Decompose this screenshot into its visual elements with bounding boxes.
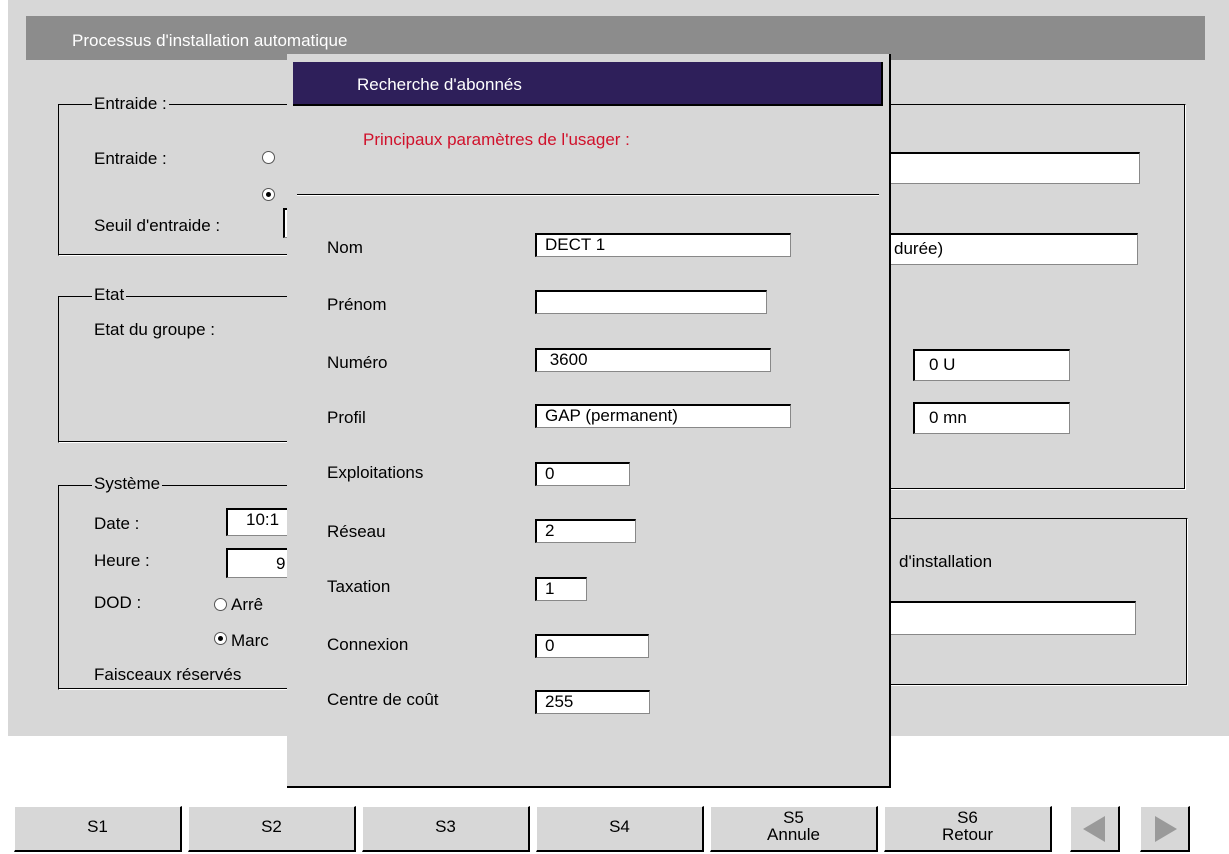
centre-cout-label: Centre de coût [327,690,439,709]
reseau-label: Réseau [327,522,386,541]
prenom-field[interactable] [535,290,767,314]
units-field[interactable]: 0 U [913,349,1070,381]
date-label: Date : [94,514,140,533]
taxation-label: Taxation [327,577,391,596]
dod-off-radio[interactable] [214,598,227,611]
connexion-label: Connexion [327,635,409,654]
softkey-s6-retour[interactable]: S6 Retour [884,806,1052,852]
nav-next-button[interactable] [1140,806,1190,852]
softkey-s6-label: S6 [957,808,978,827]
softkey-s3-label: S3 [435,817,456,836]
softkey-s4[interactable]: S4 [536,806,704,852]
dialog-separator [297,194,879,196]
arrow-left-icon [1083,816,1105,842]
profil-field[interactable]: GAP (permanent) [535,404,791,428]
right-field-1[interactable] [878,152,1140,184]
installation-field[interactable] [878,601,1136,635]
softkey-s2[interactable]: S2 [188,806,356,852]
softkey-s5-sublabel: Annule [767,825,820,844]
centre-cout-field[interactable]: 255 [535,690,650,714]
entraide-group-label: Entraide : [92,94,169,114]
dod-label: DOD : [94,593,142,612]
entraide-radio-1[interactable] [262,151,275,164]
reseau-field[interactable]: 2 [535,519,636,543]
subscriber-search-dialog: Recherche d'abonnés Principaux paramètre… [287,54,891,788]
minutes-field[interactable]: 0 mn [913,402,1070,434]
softkey-s1-label: S1 [87,817,108,836]
systeme-group-label: Système [92,474,163,494]
softkey-s2-label: S2 [261,817,282,836]
softkey-s5-label: S5 [783,808,804,827]
window-title: Processus d'installation automatique [72,31,348,50]
taxation-field[interactable]: 1 [535,577,587,601]
dialog-title: Recherche d'abonnés [357,75,522,94]
softkey-s3[interactable]: S3 [362,806,530,852]
connexion-field[interactable]: 0 [535,634,649,658]
entraide-radio-2[interactable] [262,188,275,201]
softkey-s5-annule[interactable]: S5 Annule [710,806,878,852]
nom-label: Nom [327,238,363,257]
etat-groupe-label: Etat du groupe : [94,320,215,339]
dod-off-label: Arrê [231,595,264,614]
nom-field[interactable]: DECT 1 [535,233,791,257]
prenom-label: Prénom [327,295,387,314]
exploitations-label: Exploitations [327,463,424,482]
softkey-s1[interactable]: S1 [14,806,182,852]
right-duration-field[interactable]: durée) [878,233,1138,265]
installation-label: d'installation [899,552,993,571]
arrow-right-icon [1155,816,1177,842]
numero-field[interactable]: 3600 [535,348,771,372]
faisceaux-reserves-label: Faisceaux réservés [94,665,242,684]
exploitations-field[interactable]: 0 [535,462,630,486]
profil-label: Profil [327,408,366,427]
dialog-titlebar: Recherche d'abonnés [293,62,883,106]
dod-on-radio[interactable] [214,632,227,645]
heure-label: Heure : [94,551,150,570]
nav-prev-button[interactable] [1070,806,1120,852]
seuil-entraide-label: Seuil d'entraide : [94,216,221,235]
entraide-label: Entraide : [94,149,167,168]
numero-label: Numéro [327,353,388,372]
softkey-s4-label: S4 [609,817,630,836]
dialog-subtitle: Principaux paramètres de l'usager : [363,130,630,149]
dod-on-label: Marc [231,631,269,650]
etat-group-label: Etat [92,285,127,305]
softkey-s6-sublabel: Retour [941,825,994,844]
